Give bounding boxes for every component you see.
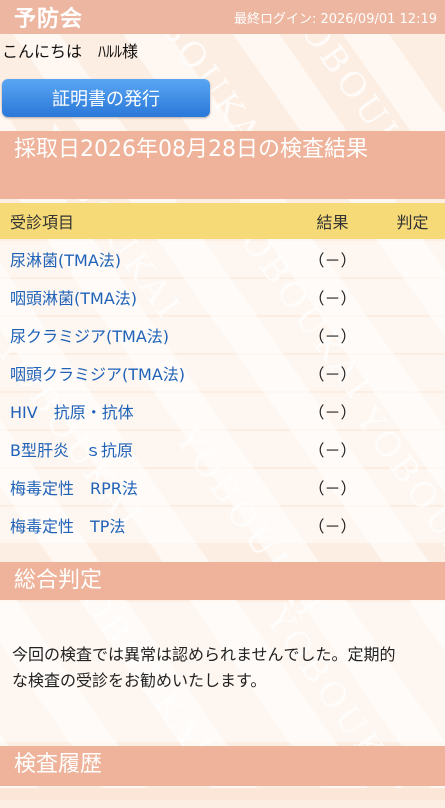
test-item-name[interactable]: B型肝炎 ｓ抗原 [0, 437, 285, 461]
greeting-text: こんにちは ﾊﾙﾙ様 [2, 42, 139, 61]
overall-judgement-title: 総合判定 [0, 562, 445, 600]
app-title: 予防会 [14, 7, 84, 32]
table-row[interactable]: 梅毒定性 RPR法 （－） [0, 469, 445, 505]
test-result: （－） [308, 479, 357, 498]
column-header-judgement: 判定 [396, 213, 429, 232]
test-result: （－） [308, 403, 357, 422]
test-item-name[interactable]: 尿クラミジア(TMA法) [0, 323, 285, 347]
test-result: （－） [308, 365, 357, 384]
test-item-name[interactable]: 尿淋菌(TMA法) [0, 247, 285, 271]
results-table-body: 尿淋菌(TMA法) （－） 咽頭淋菌(TMA法) （－） 尿クラミジア(TMA法… [0, 241, 445, 545]
test-item-name[interactable]: 梅毒定性 TP法 [0, 513, 285, 537]
overall-judgement-panel: 今回の検査では異常は認められませんでした。定期的な検査の受診をお勧めいたします。 [0, 602, 445, 742]
table-row[interactable]: 尿クラミジア(TMA法) （－） [0, 317, 445, 353]
results-title: 採取日2026年08月28日の検査結果 [0, 131, 445, 199]
table-row[interactable]: 咽頭クラミジア(TMA法) （－） [0, 355, 445, 391]
table-row[interactable]: 咽頭淋菌(TMA法) （－） [0, 279, 445, 315]
table-row[interactable]: HIV 抗原・抗体 （－） [0, 393, 445, 429]
test-history-title[interactable]: 検査履歴 [0, 746, 445, 786]
column-header-item: 受診項目 [10, 213, 75, 232]
table-row[interactable]: B型肝炎 ｓ抗原 （－） [0, 431, 445, 467]
page-content: 予防会 最終ログイン: 2026/09/01 12:19 こんにちは ﾊﾙﾙ様 [0, 0, 445, 62]
table-row[interactable]: 尿淋菌(TMA法) （－） [0, 241, 445, 277]
overall-judgement-text: 今回の検査では異常は認められませんでした。定期的な検査の受診をお勧めいたします。 [12, 645, 396, 690]
test-result: （－） [308, 441, 357, 460]
column-header-result: 結果 [316, 213, 349, 232]
test-item-name[interactable]: 咽頭淋菌(TMA法) [0, 285, 285, 309]
test-result: （－） [308, 289, 357, 308]
test-result: （－） [308, 327, 357, 346]
results-table-header: 受診項目 結果 判定 [0, 203, 445, 239]
test-item-name[interactable]: 梅毒定性 RPR法 [0, 475, 285, 499]
test-result: （－） [308, 251, 357, 270]
test-item-name[interactable]: HIV 抗原・抗体 [0, 399, 285, 423]
test-result: （－） [308, 517, 357, 536]
test-item-name[interactable]: 咽頭クラミジア(TMA法) [0, 361, 285, 385]
app-header: 予防会 最終ログイン: 2026/09/01 12:19 [0, 0, 445, 34]
last-login-text: 最終ログイン: 2026/09/01 12:19 [233, 11, 437, 27]
table-row[interactable]: 梅毒定性 TP法 （－） [0, 507, 445, 543]
bottom-strip [0, 788, 445, 800]
issue-certificate-button[interactable]: 証明書の発行 [2, 79, 210, 117]
